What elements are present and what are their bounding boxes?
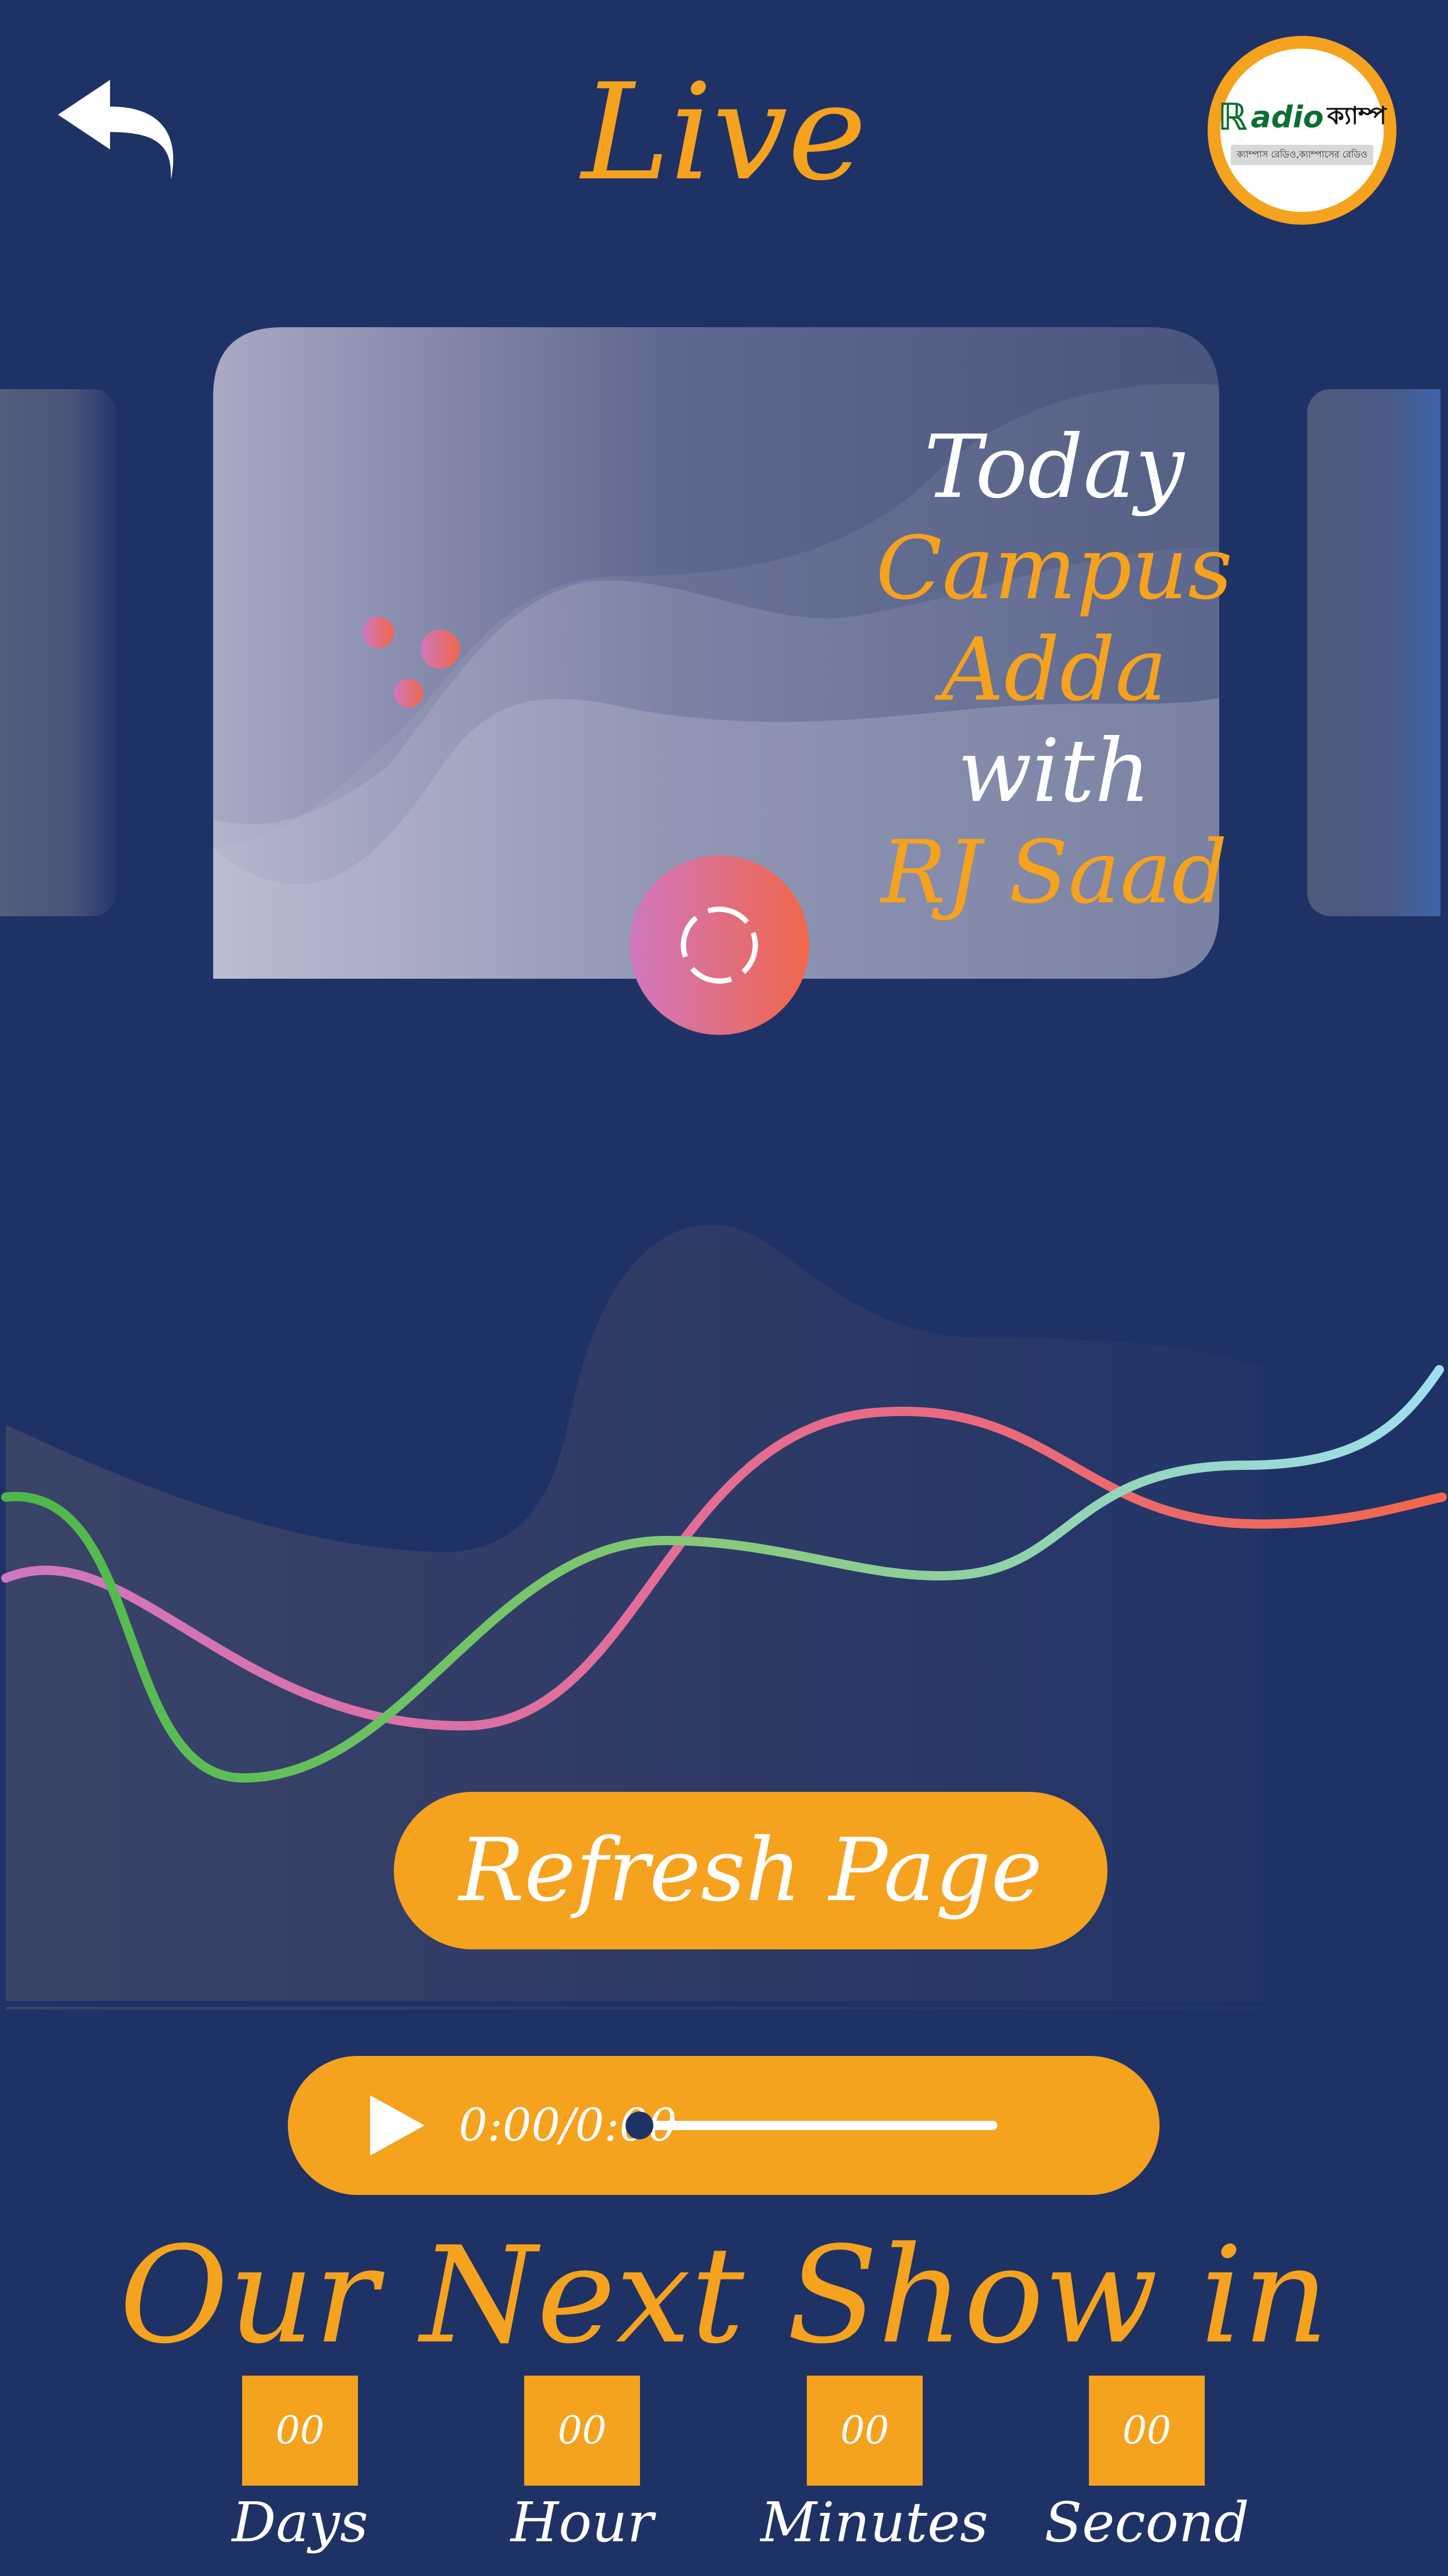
player-progress-thumb[interactable]: [626, 2112, 653, 2139]
logo-tagline: ক্যাম্পাস রেডিও,ক্যাম্পাসের রেডিও: [1231, 144, 1373, 165]
live-play-button[interactable]: [630, 855, 809, 1035]
countdown-second-value: 00: [1089, 2376, 1205, 2486]
refresh-page-button[interactable]: Refresh Page: [394, 1792, 1107, 1949]
player-play-button[interactable]: [363, 2093, 428, 2158]
countdown-days-value: 00: [242, 2376, 358, 2486]
countdown-days-label: Days: [232, 2491, 368, 2555]
next-show-title: Our Next Show in: [119, 2219, 1329, 2373]
loading-spinner-icon: [681, 906, 758, 984]
radio-logo: ℝ adio ক্যাম্প ক্যাম্পাস রেডিও,ক্যাম্পাস…: [1208, 36, 1396, 225]
player-progress-track[interactable]: [632, 2121, 997, 2130]
audio-player: 0:00/0:00: [288, 2056, 1160, 2195]
carousel-card-next[interactable]: [1307, 389, 1440, 916]
play-icon: [370, 2095, 425, 2156]
card-today-label: Today: [924, 417, 1184, 518]
logo-wordmark: ℝ adio ক্যাম্প: [1217, 96, 1387, 139]
carousel-card-previous[interactable]: [0, 389, 116, 916]
card-host-name: RJ Saad: [880, 822, 1228, 923]
card-with-label: with: [957, 721, 1151, 822]
card-show-name: Campus Adda: [875, 518, 1233, 720]
countdown-second-label: Second: [1044, 2491, 1249, 2555]
countdown-minutes-label: Minutes: [760, 2491, 989, 2555]
countdown-minutes-value: 00: [807, 2376, 923, 2486]
featured-show-text: Today Campus Adda with RJ Saad: [822, 417, 1286, 924]
countdown-hour-label: Hour: [510, 2491, 654, 2555]
countdown-hour-value: 00: [524, 2376, 640, 2486]
